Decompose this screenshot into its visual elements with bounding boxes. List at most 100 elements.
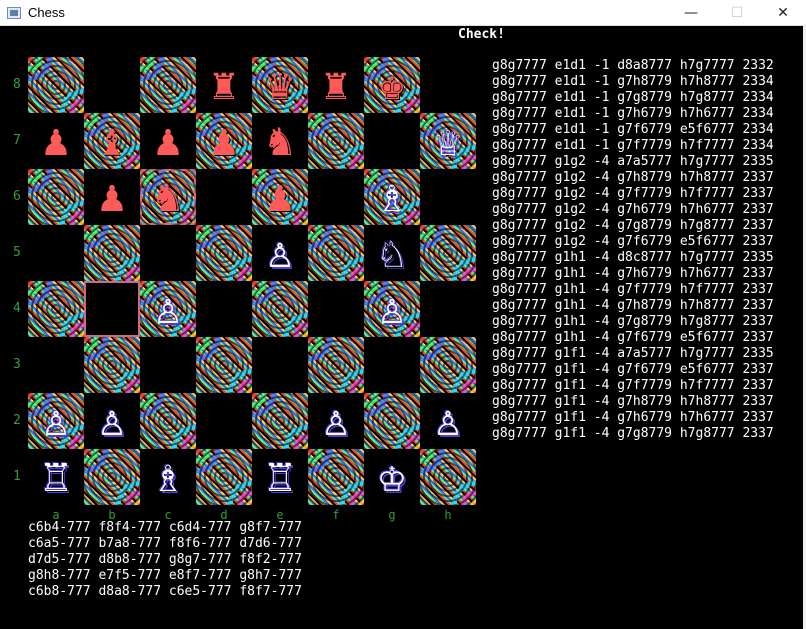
square-f5[interactable] (308, 225, 364, 281)
piece-g4[interactable]: ♙ (379, 281, 406, 337)
square-d4[interactable] (196, 281, 252, 337)
square-a7[interactable]: ♟ (28, 113, 84, 169)
square-a6[interactable] (28, 169, 84, 225)
piece-e5[interactable]: ♙ (267, 225, 294, 281)
square-b1[interactable] (84, 449, 140, 505)
square-g7[interactable] (364, 113, 420, 169)
piece-e1[interactable]: ♖ (267, 449, 294, 505)
square-d2[interactable] (196, 393, 252, 449)
game-canvas[interactable]: Check! 87654321 ♜ ♛ ♜ ♚ ♟ ♝ ♟ ♟ ♞ ♕ ♟ ♞ ♟ ♗ ♙ ♘ ♙ ♙ ♙ ♙ ♙ ♙ ♖ ♗… (3, 26, 803, 629)
square-d8[interactable]: ♜ (196, 57, 252, 113)
square-c8[interactable] (140, 57, 196, 113)
square-f7[interactable] (308, 113, 364, 169)
square-f1[interactable] (308, 449, 364, 505)
piece-a1[interactable]: ♖ (43, 449, 70, 505)
square-c2[interactable] (140, 393, 196, 449)
square-e4[interactable] (252, 281, 308, 337)
piece-h2[interactable]: ♙ (435, 393, 462, 449)
square-f4[interactable] (308, 281, 364, 337)
rank-label: 8 (13, 77, 21, 92)
square-e3[interactable] (252, 337, 308, 393)
square-c7[interactable]: ♟ (140, 113, 196, 169)
log-line: g8g7777 g1f1 -4 g7f6779 e5f6777 2337 (492, 362, 774, 377)
square-a4[interactable] (28, 281, 84, 337)
square-f8[interactable]: ♜ (308, 57, 364, 113)
square-d1[interactable] (196, 449, 252, 505)
square-b2[interactable]: ♙ (84, 393, 140, 449)
piece-c7[interactable]: ♟ (155, 113, 182, 169)
log-line: g8g7777 g1f1 -4 g7h6779 h7h6777 2337 (492, 410, 774, 425)
square-c3[interactable] (140, 337, 196, 393)
piece-e7[interactable]: ♞ (267, 113, 294, 169)
piece-h7[interactable]: ♕ (435, 113, 462, 169)
piece-b2[interactable]: ♙ (99, 393, 126, 449)
chess-board[interactable]: ♜ ♛ ♜ ♚ ♟ ♝ ♟ ♟ ♞ ♕ ♟ ♞ ♟ ♗ ♙ ♘ ♙ ♙ ♙ ♙ ♙ ♙ ♖ ♗ ♖ ♔ (28, 57, 476, 505)
square-g8[interactable]: ♚ (364, 57, 420, 113)
square-e2[interactable] (252, 393, 308, 449)
square-a3[interactable] (28, 337, 84, 393)
square-d3[interactable] (196, 337, 252, 393)
square-a2[interactable]: ♙ (28, 393, 84, 449)
piece-f8[interactable]: ♜ (323, 57, 350, 113)
square-e6[interactable]: ♟ (252, 169, 308, 225)
piece-a7[interactable]: ♟ (43, 113, 70, 169)
square-c1[interactable]: ♗ (140, 449, 196, 505)
piece-b6[interactable]: ♟ (99, 169, 126, 225)
piece-d8[interactable]: ♜ (211, 57, 238, 113)
square-b5[interactable] (84, 225, 140, 281)
piece-e8[interactable]: ♛ (267, 57, 294, 113)
square-h1[interactable] (420, 449, 476, 505)
square-f2[interactable]: ♙ (308, 393, 364, 449)
maximize-button[interactable]: ☐ (714, 0, 760, 26)
log-line: g8g7777 g1g2 -4 g7h8779 h7h8777 2337 (492, 170, 774, 185)
piece-g6[interactable]: ♗ (379, 169, 406, 225)
piece-g8[interactable]: ♚ (379, 57, 406, 113)
piece-g5[interactable]: ♘ (379, 225, 406, 281)
piece-a2[interactable]: ♙ (43, 393, 70, 449)
piece-e6[interactable]: ♟ (267, 169, 294, 225)
square-g4[interactable]: ♙ (364, 281, 420, 337)
square-g6[interactable]: ♗ (364, 169, 420, 225)
square-h7[interactable]: ♕ (420, 113, 476, 169)
log-line: g8g7777 g1g2 -4 g7f7779 h7f7777 2337 (492, 186, 774, 201)
square-h8[interactable] (420, 57, 476, 113)
piece-c4[interactable]: ♙ (155, 281, 182, 337)
piece-c1[interactable]: ♗ (155, 449, 182, 505)
square-b3[interactable] (84, 337, 140, 393)
square-h4[interactable] (420, 281, 476, 337)
square-b4[interactable] (84, 281, 140, 337)
piece-c6[interactable]: ♞ (155, 169, 182, 225)
square-d6[interactable] (196, 169, 252, 225)
square-h3[interactable] (420, 337, 476, 393)
square-b8[interactable] (84, 57, 140, 113)
square-g5[interactable]: ♘ (364, 225, 420, 281)
square-a5[interactable] (28, 225, 84, 281)
close-button[interactable]: ✕ (760, 0, 806, 26)
square-f3[interactable] (308, 337, 364, 393)
square-g2[interactable] (364, 393, 420, 449)
square-c4[interactable]: ♙ (140, 281, 196, 337)
square-d7[interactable]: ♟ (196, 113, 252, 169)
square-e1[interactable]: ♖ (252, 449, 308, 505)
square-h2[interactable]: ♙ (420, 393, 476, 449)
square-g3[interactable] (364, 337, 420, 393)
square-h6[interactable] (420, 169, 476, 225)
square-c5[interactable] (140, 225, 196, 281)
square-g1[interactable]: ♔ (364, 449, 420, 505)
square-b7[interactable]: ♝ (84, 113, 140, 169)
square-c6[interactable]: ♞ (140, 169, 196, 225)
square-b6[interactable]: ♟ (84, 169, 140, 225)
square-h5[interactable] (420, 225, 476, 281)
piece-f2[interactable]: ♙ (323, 393, 350, 449)
square-a8[interactable] (28, 57, 84, 113)
square-d5[interactable] (196, 225, 252, 281)
minimize-button[interactable]: — (668, 0, 714, 26)
square-a1[interactable]: ♖ (28, 449, 84, 505)
square-e7[interactable]: ♞ (252, 113, 308, 169)
piece-d7[interactable]: ♟ (211, 113, 238, 169)
square-e5[interactable]: ♙ (252, 225, 308, 281)
piece-b7[interactable]: ♝ (99, 113, 126, 169)
square-f6[interactable] (308, 169, 364, 225)
square-e8[interactable]: ♛ (252, 57, 308, 113)
piece-g1[interactable]: ♔ (379, 449, 406, 505)
